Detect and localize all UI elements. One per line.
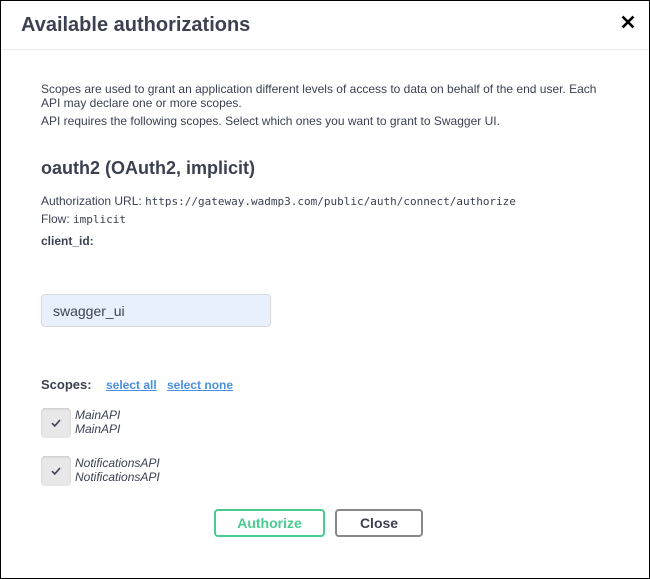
flow-value: implicit — [73, 213, 126, 226]
scope-text-mainapi: MainAPI MainAPI — [75, 408, 120, 436]
modal-header: Available authorizations — [1, 1, 649, 50]
scope-checkbox-notificationsapi[interactable] — [41, 456, 71, 486]
flow-row: Flow: implicit — [41, 212, 126, 227]
scopes-instruction: API requires the following scopes. Selec… — [41, 114, 500, 128]
scope-text-notificationsapi: NotificationsAPI NotificationsAPI — [75, 456, 160, 484]
authorizations-modal: Available authorizations Scopes are used… — [0, 0, 650, 579]
scope-checkbox-mainapi[interactable] — [41, 408, 71, 438]
scope-name: MainAPI — [75, 408, 121, 422]
flow-label: Flow: — [41, 212, 70, 226]
checkmark-icon — [51, 467, 61, 476]
scope-item-mainapi: MainAPI MainAPI — [41, 408, 441, 440]
close-button[interactable]: Close — [335, 509, 423, 537]
checkmark-icon — [51, 419, 61, 428]
scopes-description: Scopes are used to grant an application … — [41, 82, 597, 110]
modal-title: Available authorizations — [21, 14, 251, 36]
select-all-link[interactable]: select all — [106, 378, 157, 392]
authorize-button[interactable]: Authorize — [214, 509, 325, 537]
authorization-url-label: Authorization URL: — [41, 194, 142, 208]
authorization-url: https://gateway.wadmp3.com/public/auth/c… — [145, 195, 516, 208]
scope-name: NotificationsAPI — [75, 456, 160, 470]
scopes-label: Scopes: — [41, 377, 92, 392]
authorization-url-row: Authorization URL: https://gateway.wadmp… — [41, 194, 516, 209]
scope-description: MainAPI — [75, 422, 121, 436]
scheme-title: oauth2 (OAuth2, implicit) — [41, 158, 255, 178]
close-x-icon[interactable] — [619, 13, 637, 31]
scope-description: NotificationsAPI — [75, 470, 160, 484]
client-id-label: client_id: — [41, 234, 94, 248]
select-none-link[interactable]: select none — [167, 378, 233, 392]
scope-item-notificationsapi: NotificationsAPI NotificationsAPI — [41, 456, 441, 488]
client-id-input[interactable] — [41, 294, 271, 327]
